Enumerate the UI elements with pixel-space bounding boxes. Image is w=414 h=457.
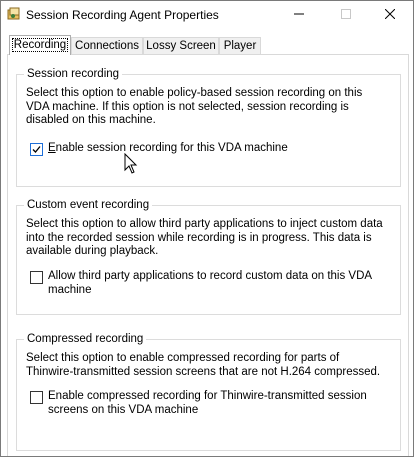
tab-recording[interactable]: Recording [9, 35, 71, 55]
window-title: Session Recording Agent Properties [26, 8, 219, 22]
minimize-icon [294, 9, 304, 22]
compressed-recording-title: Compressed recording [24, 332, 147, 346]
session-recording-description: Select this option to enable policy-base… [26, 87, 363, 126]
tab-player[interactable]: Player [219, 37, 261, 54]
mouse-pointer-icon [124, 152, 138, 175]
allow-custom-data-label: Allow third party applications to record… [48, 270, 372, 296]
custom-event-recording-group: Custom event recording Select this optio… [16, 198, 401, 315]
session-recording-group: Session recording Select this option to … [16, 67, 401, 187]
maximize-button[interactable] [323, 1, 369, 30]
enable-session-recording-label: Enable session recording for this VDA ma… [48, 142, 388, 156]
checkmark-icon [32, 146, 41, 153]
close-icon [384, 8, 396, 22]
enable-session-recording-label-text: nable session recording for this VDA mac… [55, 142, 288, 154]
tab-lossy-screen-label: Lossy Screen [146, 40, 216, 52]
tab-connections-label: Connections [75, 40, 139, 52]
compressed-recording-description: Select this option to enable compressed … [26, 352, 381, 378]
tab-recording-label: Recording [11, 38, 69, 52]
tab-connections[interactable]: Connections [71, 37, 143, 54]
enable-compressed-recording-checkbox[interactable] [30, 391, 43, 404]
properties-dialog: Session Recording Agent Properties Recor… [0, 0, 414, 457]
tab-player-label: Player [223, 40, 257, 52]
session-recording-title: Session recording [24, 67, 123, 81]
minimize-button[interactable] [276, 1, 322, 30]
close-button[interactable] [367, 1, 413, 30]
agent-app-icon [7, 7, 21, 21]
tab-strip: Recording Connections Lossy Screen Playe… [7, 35, 409, 55]
custom-event-recording-title: Custom event recording [24, 198, 153, 212]
custom-event-recording-description: Select this option to allow third party … [26, 218, 383, 257]
allow-custom-data-checkbox[interactable] [30, 271, 43, 284]
maximize-icon [341, 9, 351, 22]
enable-session-recording-checkbox[interactable] [30, 143, 43, 156]
enable-compressed-recording-label: Enable compressed recording for Thinwire… [48, 390, 367, 416]
compressed-recording-group: Compressed recording Select this option … [16, 332, 401, 451]
title-bar[interactable]: Session Recording Agent Properties [1, 1, 413, 30]
enable-session-recording-accesskey: E [48, 142, 56, 154]
tab-lossy-screen[interactable]: Lossy Screen [143, 37, 219, 54]
